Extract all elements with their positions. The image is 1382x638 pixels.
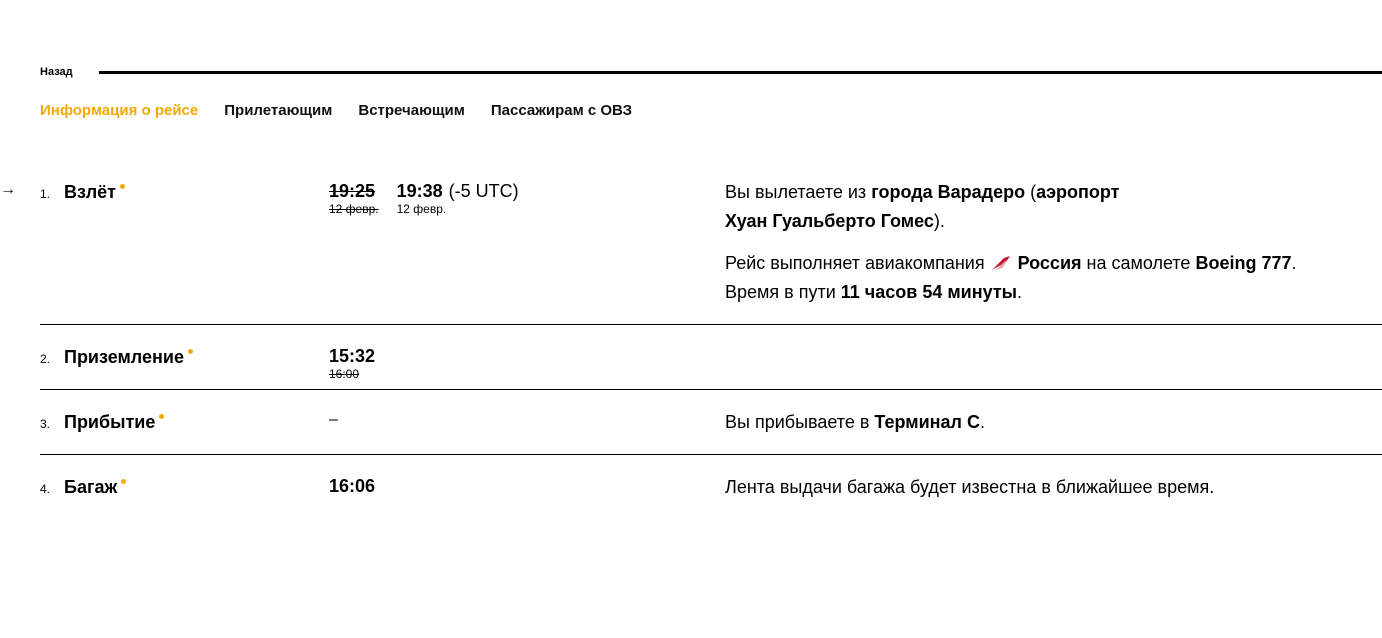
back-link[interactable]: Назад (40, 66, 73, 78)
time-placeholder: – (329, 411, 338, 428)
utc-offset: (-5 UTC) (448, 181, 519, 201)
flight-duration: 11 часов 54 минуты (840, 282, 1018, 302)
tab-reduced-mobility[interactable]: Пассажирам с ОВЗ (491, 102, 632, 119)
arrow-right-icon: → (0, 181, 16, 198)
scheduled-time: 19:25 (329, 181, 376, 201)
aircraft-name: Boeing 777 (1195, 253, 1292, 273)
step-number: 1. (40, 187, 51, 201)
step-info: Вы вылетаете из города Варадеро (аэропор… (725, 178, 1365, 307)
step-row-takeoff: 1. Взлёт 19:25 12 февр. 19:38 (-5 UTC) 12… (40, 180, 1382, 325)
step-title: Приземление (64, 347, 193, 368)
row-divider (40, 389, 1382, 390)
step-row-landing: 2. Приземление 15:32 16:00 (40, 345, 1382, 390)
actual-time: 19:38 (396, 181, 443, 201)
row-divider (40, 324, 1382, 325)
scheduled-time: 16:00 (329, 367, 360, 381)
step-title-text: Приземление (64, 347, 184, 367)
step-title: Взлёт (64, 182, 125, 203)
step-info: Лента выдачи багажа будет известна в бли… (725, 473, 1365, 502)
step-number: 4. (40, 482, 51, 496)
terminal-name: Терминал C (874, 412, 980, 432)
tab-arriving[interactable]: Прилетающим (224, 102, 332, 119)
step-title-text: Прибытие (64, 412, 156, 432)
actual-time: 15:32 (329, 346, 376, 366)
flight-info-page: Назад Информация о рейсе Прилетающим Вст… (0, 0, 1382, 638)
status-dot-icon (121, 479, 127, 484)
baggage-time: 16:06 (329, 476, 376, 496)
scheduled-date: 12 февр. (329, 202, 379, 216)
step-title: Багаж (64, 477, 127, 498)
step-info: Вы прибываете в Терминал C. (725, 408, 1365, 437)
step-title-text: Багаж (64, 477, 118, 497)
tab-meeting[interactable]: Встречающим (358, 102, 465, 119)
back-divider (99, 71, 1382, 74)
tab-flight-info[interactable]: Информация о рейсе (40, 102, 198, 119)
actual-date: 12 февр. (396, 202, 447, 216)
time-column: 19:25 12 февр. 19:38 (-5 UTC) 12 февр. (329, 181, 519, 216)
step-number: 2. (40, 352, 51, 366)
step-row-baggage: 4. Багаж 16:06 Лента выдачи багажа будет… (40, 475, 1382, 520)
time-column: 15:32 16:00 (329, 346, 375, 381)
step-title: Прибытие (64, 412, 165, 433)
baggage-text: Лента выдачи багажа будет известна в бли… (725, 477, 1215, 497)
step-number: 3. (40, 417, 51, 431)
time-column: – (329, 411, 338, 429)
airline-text: Рейс выполняет авиакомпания Россия на са… (725, 253, 1297, 302)
status-dot-icon (119, 184, 125, 189)
time-column: 16:06 (329, 476, 375, 497)
airline-name[interactable]: Россия (1018, 253, 1082, 273)
airline-logo-icon (991, 256, 1010, 270)
back-row: Назад (40, 64, 1382, 80)
departure-text: Вы вылетаете из города Варадеро (аэропор… (725, 182, 1120, 231)
tabs: Информация о рейсе Прилетающим Встречающ… (40, 102, 658, 119)
terminal-text: Вы прибываете в Терминал C. (725, 412, 985, 432)
step-title-text: Взлёт (64, 182, 116, 202)
status-dot-icon (187, 349, 193, 354)
status-dot-icon (159, 414, 165, 419)
step-row-arrival: 3. Прибытие – Вы прибываете в Терминал C… (40, 410, 1382, 455)
row-divider (40, 454, 1382, 455)
